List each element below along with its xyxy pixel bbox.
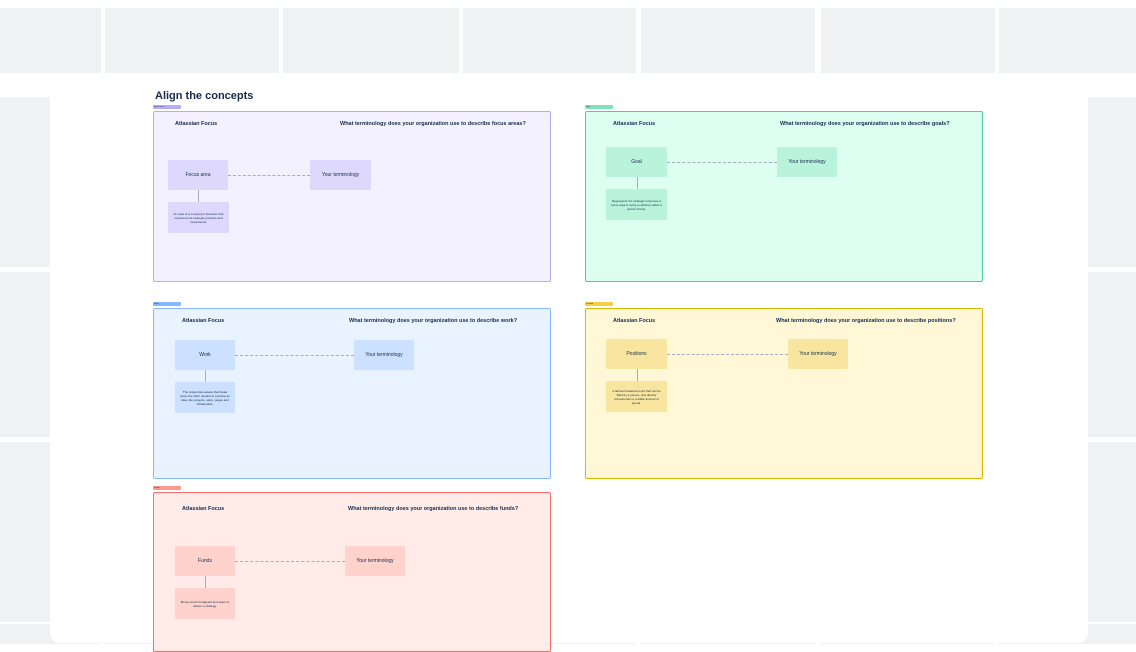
frame-tag-work: Work	[153, 302, 181, 306]
frame-heading-atlassian-focus-areas: Atlassian Focus	[175, 121, 218, 127]
canvas-tile	[463, 8, 636, 73]
connector-line-goals	[636, 177, 638, 189]
board-title: Align the concepts	[155, 90, 254, 102]
connector-line-positions	[636, 369, 638, 381]
frame-heading-atlassian-positions: Atlassian Focus	[613, 318, 656, 324]
connector-dashed-goals	[667, 162, 777, 163]
concept-box-funds[interactable]: Funds	[175, 546, 235, 576]
frame-heading-atlassian-work: Atlassian Focus	[182, 318, 225, 324]
connector-line-focus-areas	[198, 190, 199, 202]
your-terminology-box-positions[interactable]: Your terminology	[788, 339, 848, 369]
frame-tag-focus-areas: Focus area	[153, 105, 181, 109]
connector-line-work	[205, 370, 206, 382]
your-terminology-box-focus-areas[interactable]: Your terminology	[310, 160, 371, 190]
canvas-tile	[641, 8, 815, 73]
description-note-funds[interactable]: Money that is budgeted and spent to deli…	[175, 588, 235, 619]
canvas-tile	[283, 8, 459, 73]
frame-tag-funds: Funds	[153, 486, 181, 490]
concept-box-positions[interactable]: Positions	[606, 339, 667, 369]
connector-dashed-funds	[235, 561, 345, 562]
canvas-tile	[105, 8, 279, 73]
frame-question-work: What terminology does your organization …	[349, 318, 518, 324]
frame-heading-atlassian-funds: Atlassian Focus	[182, 506, 225, 512]
frame-question-focus-areas: What terminology does your organization …	[340, 121, 526, 127]
canvas-tile	[999, 8, 1136, 73]
frame-focus-areas[interactable]	[153, 111, 551, 282]
connector-dashed-positions	[667, 354, 788, 355]
frame-question-positions: What terminology does your organization …	[776, 318, 956, 324]
concept-box-focus-areas[interactable]: Focus area	[168, 160, 228, 190]
description-note-positions[interactable]: A defined headcount slot that can be fil…	[606, 381, 667, 412]
connector-dashed-work	[235, 355, 354, 356]
frame-heading-atlassian-goals: Atlassian Focus	[613, 121, 656, 127]
frame-tag-positions: Position	[585, 302, 613, 306]
your-terminology-box-funds[interactable]: Your terminology	[345, 546, 405, 576]
canvas-tile	[0, 8, 101, 73]
frame-question-goals: What terminology does your organization …	[780, 121, 950, 127]
frame-question-funds: What terminology does your organization …	[348, 506, 519, 512]
concept-box-work[interactable]: Work	[175, 340, 235, 370]
your-terminology-box-goals[interactable]: Your terminology	[777, 147, 837, 177]
canvas-tile	[821, 8, 995, 73]
description-note-goals[interactable]: Represents the strategic outcomes a focu…	[606, 189, 667, 220]
connector-line-funds	[205, 576, 206, 588]
description-note-work[interactable]: The project-like assets that break down …	[175, 382, 235, 413]
description-note-focus-areas[interactable]: An area of a company's business that rep…	[168, 202, 229, 233]
connector-dashed-focus-areas	[228, 175, 310, 176]
frame-tag-goals: Goal	[585, 105, 613, 109]
your-terminology-box-work[interactable]: Your terminology	[354, 340, 414, 370]
concept-box-goals[interactable]: Goal	[606, 147, 667, 177]
